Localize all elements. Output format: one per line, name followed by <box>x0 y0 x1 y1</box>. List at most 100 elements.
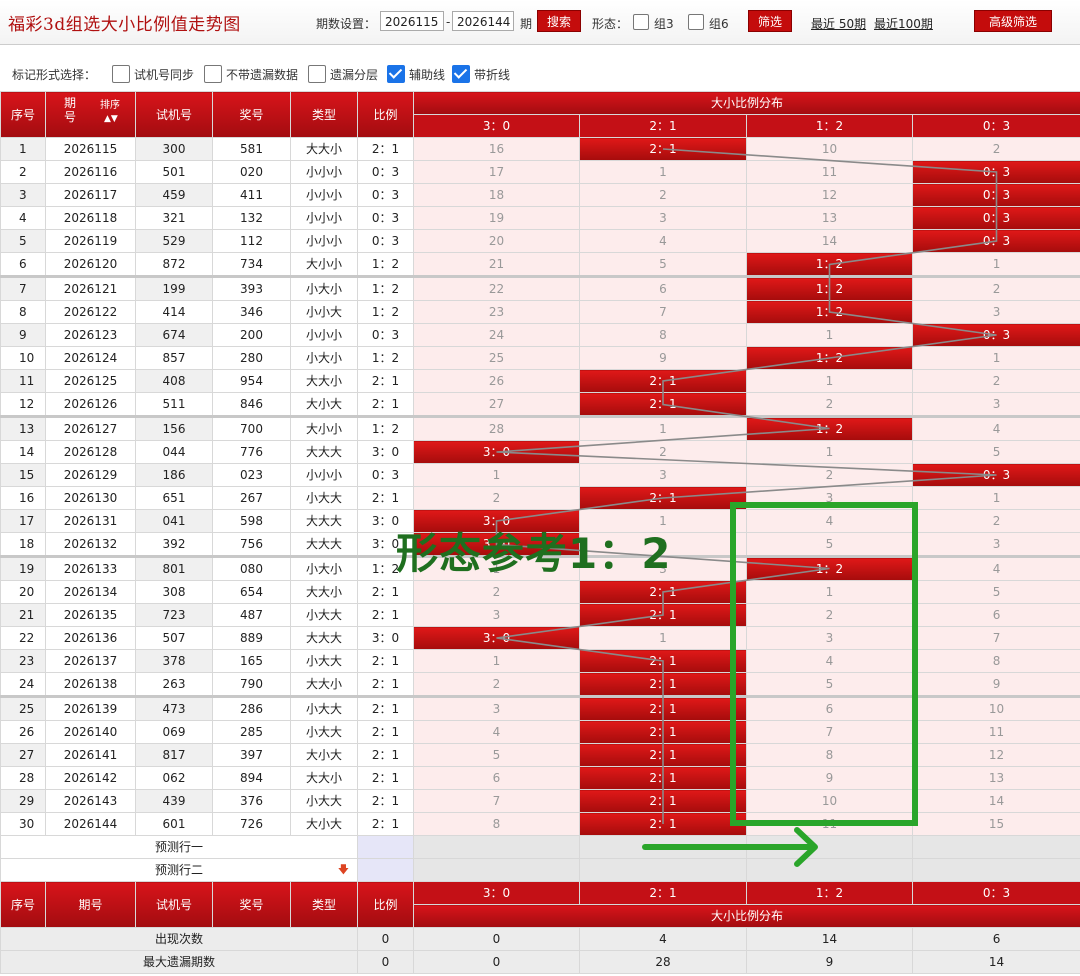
dist-hit-cell: 0：3 <box>911 160 1080 184</box>
dist-hit-cell: 1：2 <box>746 252 913 277</box>
row-seq: 30 <box>0 812 46 836</box>
dist-missing-cell: 1 <box>579 509 747 533</box>
row-test-number: 601 <box>135 812 213 836</box>
predict-row-1-cell-0[interactable] <box>413 835 580 859</box>
group6-checkbox[interactable] <box>688 14 704 30</box>
group3-checkbox[interactable] <box>633 14 649 30</box>
row-prize-number: 267 <box>212 486 291 510</box>
row-prize-number: 020 <box>212 160 291 184</box>
row-seq: 1 <box>0 137 46 161</box>
predict-row-1-cell-1[interactable] <box>579 835 747 859</box>
row-seq: 23 <box>0 649 46 673</box>
predict-row-1-cell-2[interactable] <box>746 835 913 859</box>
dist-hit-cell: 3：0 <box>413 440 580 464</box>
dist-missing-cell: 3 <box>579 463 747 487</box>
predict-row-2-cell-0[interactable] <box>413 858 580 882</box>
header-dist-col-0: 3：0 <box>413 114 580 138</box>
period-to-input[interactable]: 2026144 <box>452 11 514 31</box>
dist-hit-cell: 2：1 <box>579 672 747 697</box>
table-row: 28 2026142 062 894 大大小 2：1 6 2：1 9 13 <box>0 766 1080 790</box>
dist-hit-cell: 0：3 <box>911 183 1080 207</box>
row-type: 大大小 <box>290 369 358 393</box>
row-period: 2026143 <box>45 789 136 813</box>
option-checkbox-guide[interactable] <box>387 65 405 83</box>
table-row: 14 2026128 044 776 大大大 3：0 3：0 2 1 5 <box>0 440 1080 464</box>
dist-missing-cell: 7 <box>746 720 913 744</box>
predict-row-1-cell-3[interactable] <box>911 835 1080 859</box>
sort-arrows-icon[interactable]: ▲▼ <box>104 114 118 124</box>
row-seq: 27 <box>0 743 46 767</box>
predict-row-2-cell-2[interactable] <box>746 858 913 882</box>
row-test-number: 378 <box>135 649 213 673</box>
row-period: 2026117 <box>45 183 136 207</box>
top-bar: 福彩3d组选大小比例值走势图 期数设置： 2026115 - 2026144 期… <box>0 0 1080 45</box>
row-test-number: 321 <box>135 206 213 230</box>
predict-row-1-input[interactable] <box>357 835 414 859</box>
dist-missing-cell: 4 <box>579 229 747 253</box>
sort-label[interactable]: 排序 <box>100 100 120 112</box>
dist-hit-cell: 2：1 <box>579 720 747 744</box>
header-period[interactable]: 期号 排序 ▲▼ <box>45 91 136 138</box>
dist-missing-cell: 1 <box>579 160 747 184</box>
dist-missing-cell: 13 <box>911 766 1080 790</box>
dist-missing-cell: 2 <box>911 275 1080 301</box>
period-from-input[interactable]: 2026115 <box>380 11 444 31</box>
table-row: 12 2026126 511 846 大小大 2：1 27 2：1 2 3 <box>0 392 1080 417</box>
predict-row-2-input[interactable] <box>357 858 414 882</box>
option-checkbox-sync[interactable] <box>112 65 130 83</box>
row-prize-number: 411 <box>212 183 291 207</box>
filter-button[interactable]: 筛选 <box>748 10 792 32</box>
header-dist-col-2: 1：2 <box>746 114 913 138</box>
row-test-number: 199 <box>135 275 213 301</box>
stat-occ-ratio: 0 <box>413 927 580 951</box>
predict-row-1-text: 预测行一 <box>154 840 203 854</box>
dist-missing-cell: 11 <box>911 720 1080 744</box>
advanced-filter-button[interactable]: 高级筛选 <box>974 10 1052 32</box>
row-test-number: 459 <box>135 183 213 207</box>
row-seq: 7 <box>0 275 46 301</box>
header-type: 类型 <box>290 91 358 138</box>
search-button[interactable]: 搜索 <box>537 10 581 32</box>
dist-missing-cell: 25 <box>413 346 580 370</box>
option-checkbox-layer[interactable] <box>308 65 326 83</box>
row-test-number: 041 <box>135 509 213 533</box>
arrow-down-icon[interactable]: 🡇 <box>338 860 349 881</box>
row-seq: 25 <box>0 695 46 721</box>
row-period: 2026126 <box>45 392 136 417</box>
row-prize-number: 756 <box>212 532 291 557</box>
dist-missing-cell: 1 <box>413 463 580 487</box>
recent-100-link[interactable]: 最近100期 <box>874 15 933 32</box>
row-type: 大大大 <box>290 626 358 650</box>
row-ratio: 1：2 <box>357 252 414 277</box>
dist-hit-cell: 0：3 <box>911 206 1080 230</box>
dist-missing-cell: 5 <box>413 743 580 767</box>
row-type: 小大大 <box>290 720 358 744</box>
row-ratio: 1：2 <box>357 415 414 441</box>
option-checkbox-no-missing[interactable] <box>204 65 222 83</box>
footer-header-test: 试机号 <box>135 881 213 928</box>
row-period: 2026131 <box>45 509 136 533</box>
dist-missing-cell: 13 <box>746 206 913 230</box>
row-test-number: 062 <box>135 766 213 790</box>
predict-row-2-cell-1[interactable] <box>579 858 747 882</box>
row-ratio: 0：3 <box>357 323 414 347</box>
row-type: 大大小 <box>290 672 358 697</box>
recent-50-link[interactable]: 最近 50期 <box>811 15 866 32</box>
footer-header-ratio: 比例 <box>357 881 414 928</box>
option-checkbox-polyline[interactable] <box>452 65 470 83</box>
dist-missing-cell: 3 <box>413 603 580 627</box>
row-ratio: 2：1 <box>357 766 414 790</box>
row-prize-number: 790 <box>212 672 291 697</box>
marker-options-bar: 标记形式选择： 试机号同步 不带遗漏数据 遗漏分层 辅助线 带折线 <box>0 60 1080 88</box>
row-ratio: 2：1 <box>357 672 414 697</box>
dist-missing-cell: 17 <box>413 160 580 184</box>
row-type: 小大大 <box>290 486 358 510</box>
row-period: 2026144 <box>45 812 136 836</box>
row-prize-number: 200 <box>212 323 291 347</box>
predict-row-2-cell-3[interactable] <box>911 858 1080 882</box>
dist-missing-cell: 2 <box>746 603 913 627</box>
row-test-number: 408 <box>135 369 213 393</box>
dist-missing-cell: 9 <box>579 346 747 370</box>
dist-missing-cell: 3 <box>911 392 1080 417</box>
row-test-number: 156 <box>135 415 213 441</box>
